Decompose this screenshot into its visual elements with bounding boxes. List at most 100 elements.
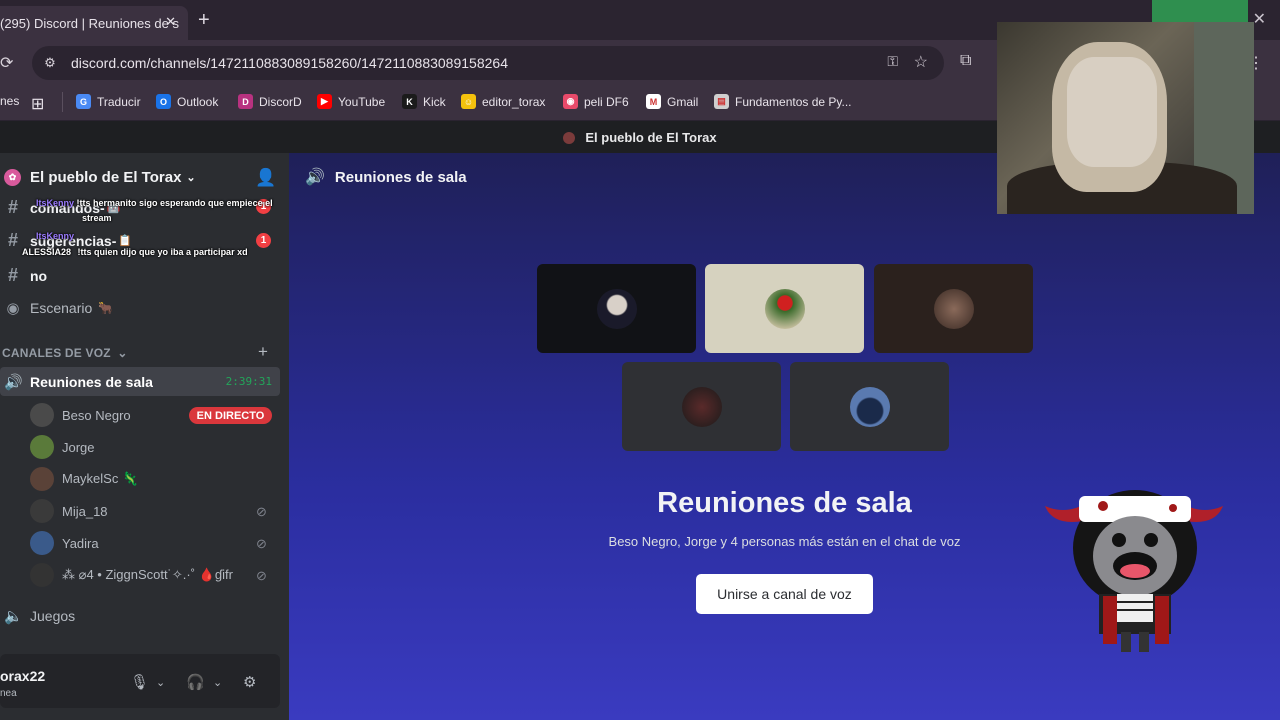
create-channel-icon[interactable]: + bbox=[258, 342, 268, 362]
member-name: Beso Negro bbox=[62, 407, 131, 423]
channel-escenario[interactable]: ◉ Escenario 🐂 bbox=[4, 299, 113, 317]
bookmark-label: peli DF6 bbox=[584, 94, 629, 109]
stage-icon: ◉ bbox=[6, 300, 20, 317]
live-badge: EN DIRECTO bbox=[189, 407, 272, 424]
bookmark-favicon-icon: ☺ bbox=[461, 94, 476, 109]
bookmark-discord[interactable]: D DiscorD bbox=[238, 94, 302, 109]
bookmark-label: Gmail bbox=[667, 94, 699, 109]
bookmark-label: Kick bbox=[423, 94, 446, 109]
webcam-overlay bbox=[997, 22, 1254, 214]
bookmark-kick[interactable]: K Kick bbox=[402, 94, 446, 109]
user-panel: orax22 nea 🎙 ⌄ 🎧 ⌄ ⚙ bbox=[0, 654, 280, 708]
window-close-icon[interactable]: ✕ bbox=[1253, 9, 1266, 29]
headphones-icon[interactable]: 🎧 bbox=[186, 673, 205, 691]
participant-tile[interactable] bbox=[874, 264, 1033, 353]
participant-avatar bbox=[764, 288, 805, 329]
speaker-icon: 🔊 bbox=[4, 373, 23, 391]
settings-gear-icon[interactable]: ⚙ bbox=[243, 673, 256, 691]
muted-mic-icon: ⊘ bbox=[256, 504, 267, 519]
bookmark-label: Fundamentos de Py... bbox=[735, 94, 852, 109]
bookmarks-divider bbox=[62, 92, 63, 112]
participant-tile[interactable] bbox=[622, 362, 781, 451]
member-name: MaykelSc 🦎 bbox=[62, 471, 139, 486]
user-status: nea bbox=[0, 688, 17, 699]
bookmark-favicon-icon: G bbox=[76, 94, 91, 109]
channel-sidebar: ✿ El pueblo de El Torax ⌄ 👤 # comandos- … bbox=[0, 153, 289, 720]
omnibox[interactable]: ⚙ discord.com/channels/14721108830891582… bbox=[32, 46, 944, 80]
participant-tile[interactable] bbox=[790, 362, 949, 451]
muted-mic-icon: ⊘ bbox=[256, 568, 267, 583]
bookmark-label: Traducir bbox=[97, 94, 141, 109]
voice-member[interactable]: Yadira bbox=[30, 531, 99, 555]
chevron-down-icon: ⌄ bbox=[186, 172, 196, 184]
member-name: Jorge bbox=[62, 439, 95, 455]
bookmark-youtube[interactable]: ▶ YouTube bbox=[317, 94, 385, 109]
bookmark-favicon-icon: ▤ bbox=[714, 94, 729, 109]
bookmark-peli-df6[interactable]: ◉ peli DF6 bbox=[563, 94, 629, 109]
overlay-chat-line: ItsKenny !tts hermanito sigo esperando q… bbox=[36, 198, 273, 208]
bookmark-favicon-icon: O bbox=[156, 94, 171, 109]
bookmark-favicon-icon: ◉ bbox=[563, 94, 578, 109]
hash-icon: # bbox=[7, 265, 18, 285]
bookmark-label: DiscorD bbox=[259, 94, 302, 109]
reload-icon[interactable]: ⟳ bbox=[0, 53, 13, 73]
chevron-down-icon[interactable]: ⌄ bbox=[213, 676, 222, 689]
bookmark-label: YouTube bbox=[338, 94, 386, 109]
overlay-chat-line: ItsKenny bbox=[36, 231, 75, 241]
participant-avatar bbox=[596, 288, 637, 329]
bookmark-fragment[interactable]: nes bbox=[0, 94, 19, 108]
invite-people-icon[interactable]: 👤 bbox=[255, 168, 276, 188]
channel-label: no bbox=[30, 267, 48, 284]
voice-member[interactable]: Jorge bbox=[30, 435, 95, 459]
browser-tab-discord[interactable]: (295) Discord | Reuniones de s ✕ bbox=[0, 6, 188, 40]
bookmark-gmail[interactable]: M Gmail bbox=[646, 94, 698, 109]
password-key-icon[interactable]: ⚿ bbox=[887, 53, 898, 70]
channel-label: Escenario bbox=[30, 300, 93, 316]
server-small-icon bbox=[563, 131, 576, 144]
bookmark-star-icon[interactable]: ☆ bbox=[914, 52, 928, 72]
apps-grid-icon[interactable]: ⊞ bbox=[31, 94, 44, 114]
participant-tile[interactable] bbox=[537, 264, 696, 353]
join-voice-button[interactable]: Unirse a canal de voz bbox=[696, 574, 873, 614]
voice-member[interactable]: Mija_18 bbox=[30, 499, 108, 523]
extensions-icon[interactable]: ⧉ bbox=[960, 52, 971, 70]
mascot-sticker bbox=[1045, 490, 1223, 652]
voice-member[interactable]: MaykelSc 🦎 bbox=[30, 467, 138, 491]
bookmark-label: Outlook bbox=[177, 94, 219, 109]
muted-mic-icon: ⊘ bbox=[256, 536, 267, 551]
participant-tile[interactable] bbox=[705, 264, 864, 353]
channel-label: Juegos bbox=[30, 608, 76, 624]
url-text[interactable]: discord.com/channels/1472110883089158260… bbox=[71, 55, 508, 71]
member-name: ⁂ ⌀4 • ZiggnScott˙✧.·˚ 🩸ɠifr bbox=[62, 567, 233, 582]
microphone-icon[interactable]: 🎙 bbox=[130, 673, 149, 691]
bookmark-traducir[interactable]: G Traducir bbox=[76, 94, 141, 109]
bookmark-favicon-icon: K bbox=[402, 94, 417, 109]
unread-badge: 1 bbox=[256, 233, 271, 248]
bookmark-editor-torax[interactable]: ☺ editor_torax bbox=[461, 94, 545, 109]
tab-close-icon[interactable]: ✕ bbox=[165, 14, 176, 30]
avatar bbox=[30, 403, 54, 427]
speaker-icon: 🔊 bbox=[305, 169, 325, 186]
voice-member[interactable]: ⁂ ⌀4 • ZiggnScott˙✧.·˚ 🩸ɠifr bbox=[30, 563, 233, 587]
new-tab-button[interactable]: + bbox=[198, 9, 210, 32]
voice-member[interactable]: Beso Negro bbox=[30, 403, 131, 427]
bookmark-fundamentos-de-py[interactable]: ▤ Fundamentos de Py... bbox=[714, 94, 852, 109]
chevron-down-icon: ⌄ bbox=[117, 346, 128, 360]
channel-emoji: 📋 bbox=[118, 235, 133, 247]
voice-channel-reuniones[interactable]: 🔊 Reuniones de sala 2:39:31 bbox=[0, 367, 280, 396]
channel-header: 🔊 Reuniones de sala bbox=[305, 168, 467, 187]
site-info-icon[interactable]: ⚙ bbox=[40, 55, 60, 71]
bookmark-outlook[interactable]: O Outlook bbox=[156, 94, 218, 109]
username[interactable]: orax22 bbox=[0, 668, 45, 684]
overlay-chat-line: ALESSIA28 !tts quien dijo que yo iba a p… bbox=[22, 247, 248, 257]
chevron-down-icon[interactable]: ⌄ bbox=[156, 676, 165, 689]
member-name: Yadira bbox=[62, 535, 99, 551]
discord-title-text: El pueblo de El Torax bbox=[585, 130, 717, 145]
voice-timer: 2:39:31 bbox=[225, 375, 272, 388]
webcam-person-hands bbox=[1067, 57, 1157, 167]
hash-icon: # bbox=[7, 197, 18, 217]
channel-no[interactable]: # no bbox=[4, 265, 47, 286]
voice-category-header[interactable]: CANALES DE VOZ ⌄ bbox=[2, 346, 128, 360]
server-name-header[interactable]: ✿ El pueblo de El Torax ⌄ bbox=[4, 169, 196, 186]
channel-juegos[interactable]: 🔈 Juegos bbox=[4, 607, 75, 625]
